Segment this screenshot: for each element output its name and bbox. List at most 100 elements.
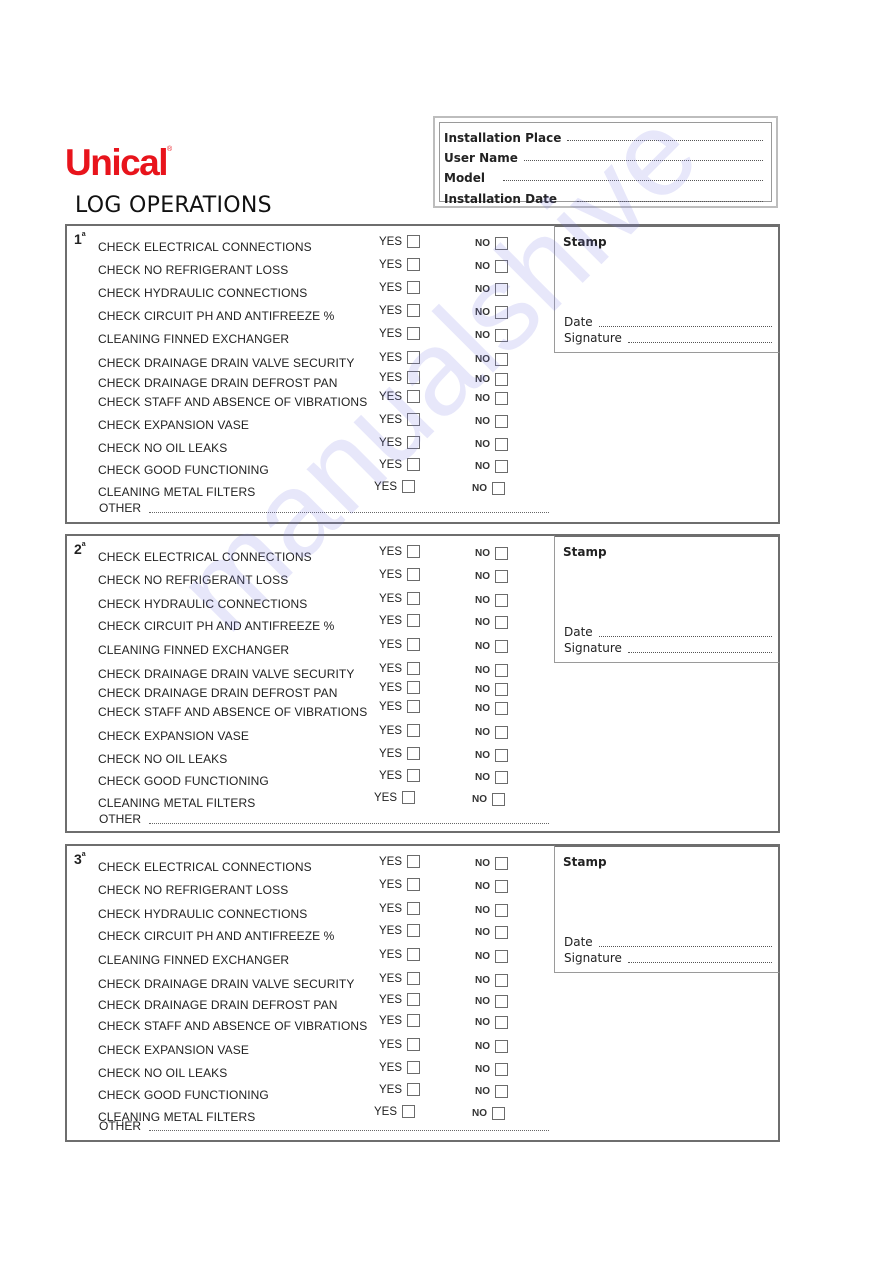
no-option[interactable]: NO [475, 329, 508, 342]
yes-checkbox[interactable] [407, 614, 421, 627]
no-checkbox[interactable] [495, 392, 508, 405]
signature-input-line[interactable] [627, 342, 772, 343]
yes-checkbox[interactable] [407, 235, 421, 248]
yes-option[interactable]: YES [379, 235, 421, 248]
no-checkbox[interactable] [495, 594, 508, 607]
no-option[interactable]: NO [475, 438, 508, 451]
no-option[interactable]: NO [475, 726, 508, 739]
yes-checkbox[interactable] [407, 327, 421, 340]
yes-checkbox[interactable] [407, 371, 421, 384]
no-option[interactable]: NO [475, 683, 508, 696]
no-option[interactable]: NO [475, 415, 508, 428]
no-checkbox[interactable] [492, 482, 505, 495]
no-checkbox[interactable] [495, 415, 508, 428]
yes-checkbox[interactable] [407, 413, 421, 426]
no-checkbox[interactable] [495, 570, 508, 583]
no-checkbox[interactable] [495, 460, 508, 473]
no-option[interactable]: NO [475, 749, 508, 762]
yes-checkbox[interactable] [407, 351, 421, 364]
no-option[interactable]: NO [475, 547, 508, 560]
yes-checkbox[interactable] [407, 545, 421, 558]
yes-option[interactable]: YES [379, 1038, 421, 1051]
yes-option[interactable]: YES [379, 972, 421, 985]
yes-option[interactable]: YES [379, 681, 421, 694]
user-name-field[interactable]: User Name [444, 147, 763, 165]
no-option[interactable]: NO [475, 995, 508, 1008]
other-input-line[interactable] [149, 823, 549, 824]
yes-option[interactable]: YES [379, 638, 421, 651]
no-option[interactable]: NO [472, 793, 505, 806]
no-option[interactable]: NO [475, 260, 508, 273]
yes-checkbox[interactable] [407, 769, 421, 782]
yes-checkbox[interactable] [402, 791, 416, 804]
yes-option[interactable]: YES [379, 281, 421, 294]
yes-checkbox[interactable] [407, 1014, 421, 1027]
no-option[interactable]: NO [475, 373, 508, 386]
yes-checkbox[interactable] [407, 1038, 421, 1051]
yes-checkbox[interactable] [407, 638, 421, 651]
no-option[interactable]: NO [475, 616, 508, 629]
no-checkbox[interactable] [495, 683, 508, 696]
installation-place-field[interactable]: Installation Place [444, 127, 763, 145]
yes-option[interactable]: YES [379, 351, 421, 364]
date-field[interactable]: Date [564, 625, 772, 639]
yes-checkbox[interactable] [407, 568, 421, 581]
no-checkbox[interactable] [495, 926, 508, 939]
yes-option[interactable]: YES [379, 878, 421, 891]
yes-option[interactable]: YES [379, 568, 421, 581]
no-checkbox[interactable] [495, 995, 508, 1008]
yes-option[interactable]: YES [379, 855, 421, 868]
yes-checkbox[interactable] [407, 436, 421, 449]
installation-date-field[interactable]: Installation Date [444, 188, 763, 206]
signature-field[interactable]: Signature [564, 951, 772, 965]
yes-option[interactable]: YES [379, 371, 421, 384]
no-option[interactable]: NO [475, 904, 508, 917]
yes-checkbox[interactable] [407, 304, 421, 317]
no-checkbox[interactable] [495, 880, 508, 893]
yes-checkbox[interactable] [402, 1105, 416, 1118]
no-checkbox[interactable] [495, 237, 508, 250]
yes-option[interactable]: YES [379, 304, 421, 317]
yes-option[interactable]: YES [379, 924, 421, 937]
no-checkbox[interactable] [495, 974, 508, 987]
no-checkbox[interactable] [495, 904, 508, 917]
no-checkbox[interactable] [495, 283, 508, 296]
no-option[interactable]: NO [475, 950, 508, 963]
yes-option[interactable]: YES [379, 948, 421, 961]
no-checkbox[interactable] [495, 547, 508, 560]
yes-option[interactable]: YES [379, 662, 421, 675]
date-field[interactable]: Date [564, 315, 772, 329]
yes-option[interactable]: YES [379, 700, 421, 713]
no-option[interactable]: NO [475, 460, 508, 473]
yes-checkbox[interactable] [407, 993, 421, 1006]
date-input-line[interactable] [598, 636, 772, 637]
no-option[interactable]: NO [475, 702, 508, 715]
yes-checkbox[interactable] [407, 700, 421, 713]
no-checkbox[interactable] [495, 950, 508, 963]
no-option[interactable]: NO [475, 570, 508, 583]
model-line[interactable] [503, 180, 763, 181]
no-checkbox[interactable] [495, 726, 508, 739]
no-checkbox[interactable] [495, 329, 508, 342]
yes-option[interactable]: YES [379, 993, 421, 1006]
no-checkbox[interactable] [495, 857, 508, 870]
yes-option[interactable]: YES [379, 592, 421, 605]
user-name-line[interactable] [523, 160, 763, 161]
yes-checkbox[interactable] [407, 258, 421, 271]
yes-option[interactable]: YES [374, 1105, 416, 1118]
yes-checkbox[interactable] [407, 902, 421, 915]
yes-option[interactable]: YES [374, 791, 416, 804]
yes-option[interactable]: YES [379, 436, 421, 449]
yes-option[interactable]: YES [379, 1083, 421, 1096]
yes-checkbox[interactable] [407, 855, 421, 868]
yes-option[interactable]: YES [379, 1014, 421, 1027]
yes-checkbox[interactable] [407, 1061, 421, 1074]
yes-checkbox[interactable] [407, 1083, 421, 1096]
no-option[interactable]: NO [475, 771, 508, 784]
yes-option[interactable]: YES [379, 258, 421, 271]
yes-option[interactable]: YES [379, 390, 421, 403]
yes-checkbox[interactable] [407, 878, 421, 891]
no-checkbox[interactable] [495, 749, 508, 762]
yes-option[interactable]: YES [379, 1061, 421, 1074]
yes-option[interactable]: YES [379, 614, 421, 627]
